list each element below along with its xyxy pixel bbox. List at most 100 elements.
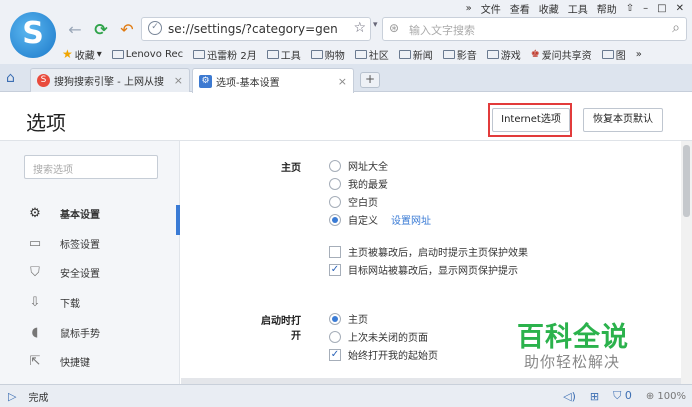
startup-option[interactable]: 上次未关闭的页面 <box>329 329 428 344</box>
watermark-subtitle: 助你轻松解决 <box>524 353 621 371</box>
checkbox[interactable]: ✓ <box>329 348 341 361</box>
bookmark-item[interactable]: 购物 <box>310 47 345 62</box>
checkbox[interactable]: ✓ <box>329 263 341 276</box>
checkbox[interactable] <box>329 245 341 258</box>
folder-icon <box>354 49 367 59</box>
homepage-option[interactable]: 网址大全 <box>329 158 388 173</box>
status-text: 完成 <box>28 392 49 404</box>
gear-icon: ⚙ <box>29 205 41 221</box>
new-tab-button[interactable]: + <box>360 72 380 88</box>
set-url-link[interactable]: 设置网址 <box>391 212 431 227</box>
settings-sidebar: 搜索选项 ⚙ 基本设置 ▭ 标签设置 ⛉ 安全设置 ⇩ 下载 ◖ 鼠标手势 ⇱ … <box>0 141 180 384</box>
homepage-option[interactable]: 空白页 <box>329 194 378 209</box>
menu-more[interactable]: » <box>466 3 472 14</box>
homepage-label: 主页 <box>281 163 301 174</box>
search-placeholder: 搜索选项 <box>33 165 73 176</box>
sidebar-item-security[interactable]: ⛉ 安全设置 <box>0 258 180 286</box>
radio-button[interactable] <box>329 312 341 325</box>
radio-button[interactable] <box>329 330 341 343</box>
watermark-title: 百科全说 <box>517 322 629 353</box>
refresh-icon[interactable]: ⟳ <box>90 20 112 40</box>
home-icon[interactable]: ⌂ <box>6 70 22 86</box>
shortcut-icon: ⇱ <box>29 353 41 369</box>
search-icon[interactable]: ⌕ <box>672 20 680 36</box>
favorite-star-icon[interactable]: ☆ <box>353 20 366 36</box>
back-arrow-icon[interactable]: ← <box>64 20 86 40</box>
skin-icon[interactable]: ⇧ <box>626 3 634 14</box>
settings-favicon: ⚙ <box>199 74 212 88</box>
startup-option[interactable]: 主页 <box>329 311 368 326</box>
radio-button[interactable] <box>329 177 341 190</box>
minimize-button[interactable]: – <box>643 3 648 14</box>
menu-help[interactable]: 帮助 <box>597 1 617 16</box>
tab-label: 搜狗搜索引擎 - 上网从搜 <box>54 77 164 88</box>
bookmark-item[interactable]: 游戏 <box>486 47 521 62</box>
sidebar-toggle-icon[interactable]: ▷ <box>8 390 16 403</box>
zoom-level[interactable]: ⊕ 100% <box>646 391 686 402</box>
folder-icon <box>398 49 411 59</box>
scrollbar-thumb[interactable] <box>683 145 690 217</box>
close-button[interactable]: ✕ <box>676 3 684 14</box>
folder-icon <box>442 49 455 59</box>
bookmarks-bar: ★ 收藏 ▾ Lenovo Rec 迅雷粉 2月 工具 购物 社区 新闻 影音 游… <box>62 45 692 63</box>
undo-icon[interactable]: ↶ <box>116 20 138 40</box>
radio-button[interactable] <box>329 195 341 208</box>
settings-page: 选项 Internet选项 恢复本页默认 搜索选项 ⚙ 基本设置 ▭ 标签设置 … <box>0 93 692 384</box>
tab-settings[interactable]: ⚙ 选项-基本设置 × <box>192 68 354 93</box>
homepage-option[interactable]: 自定义 设置网址 <box>329 212 431 227</box>
search-box[interactable]: ⊛ 输入文字搜索 ⌕ <box>382 17 687 41</box>
menu-file[interactable]: 文件 <box>481 1 501 16</box>
bookmark-item[interactable]: 社区 <box>354 47 389 62</box>
shield-icon: ⛉ <box>30 264 40 280</box>
speaker-icon[interactable]: ◁) <box>563 390 576 403</box>
bookmark-item[interactable]: 迅雷粉 2月 <box>193 47 257 62</box>
bookmark-item[interactable]: 新闻 <box>398 47 433 62</box>
highlight-box <box>488 103 572 137</box>
sidebar-item-mouse-gestures[interactable]: ◖ 鼠标手势 <box>0 318 180 346</box>
radio-button[interactable] <box>329 213 341 226</box>
sidebar-item-tabs[interactable]: ▭ 标签设置 <box>0 229 180 257</box>
shield-counter[interactable]: ⛉ 0 <box>613 389 632 403</box>
page-icon <box>601 49 614 59</box>
tab-sogou-search[interactable]: S 搜狗搜索引擎 - 上网从搜 × <box>30 68 190 92</box>
site-protect-check[interactable]: ✓ 目标网站被篡改后，显示网页保护提示 <box>329 262 518 277</box>
menu-favorites[interactable]: 收藏 <box>539 1 559 16</box>
bookmarks-more[interactable]: » <box>636 49 642 60</box>
sidebar-item-label: 下载 <box>60 298 80 310</box>
page-title: 选项 <box>26 111 66 135</box>
active-indicator <box>176 205 180 235</box>
bookmark-favorites[interactable]: ★ 收藏 ▾ <box>62 47 102 62</box>
address-text: se://settings/?category=gen <box>168 22 338 36</box>
status-bar: ▷ 完成 ◁) ⊞ ⛉ 0 ⊕ 100% <box>0 384 692 407</box>
security-shield-icon: ✓ <box>148 21 162 35</box>
menu-tools[interactable]: 工具 <box>568 1 588 16</box>
sidebar-item-shortcuts[interactable]: ⇱ 快捷键 <box>0 347 180 375</box>
search-placeholder: 输入文字搜索 <box>409 24 475 37</box>
homepage-option[interactable]: 我的最爱 <box>329 176 388 191</box>
search-engine-icon[interactable]: ⊛ <box>389 21 399 35</box>
bookmark-item[interactable]: 影音 <box>442 47 477 62</box>
restore-defaults-button[interactable]: 恢复本页默认 <box>583 108 663 132</box>
menu-view[interactable]: 查看 <box>510 1 530 16</box>
bookmark-item[interactable]: ♚ 爱问共享资 <box>531 47 592 62</box>
settings-search-input[interactable]: 搜索选项 <box>24 155 158 179</box>
maximize-button[interactable]: □ <box>657 3 666 14</box>
sidebar-item-download[interactable]: ⇩ 下载 <box>0 288 180 316</box>
mouse-icon: ◖ <box>31 324 39 340</box>
sidebar-item-label: 标签设置 <box>60 239 100 251</box>
sidebar-item-label: 鼠标手势 <box>60 328 100 340</box>
browser-logo[interactable]: S <box>10 12 56 58</box>
startup-page-check[interactable]: ✓ 始终打开我的起始页 <box>329 347 438 362</box>
close-icon[interactable]: × <box>174 74 183 87</box>
bookmark-item[interactable]: Lenovo Rec <box>111 49 183 60</box>
address-bar[interactable]: ✓ se://settings/?category=gen ☆ <box>141 17 371 41</box>
radio-button[interactable] <box>329 159 341 172</box>
folder-icon <box>486 49 499 59</box>
bookmark-item[interactable]: 工具 <box>266 47 301 62</box>
screenshot-icon[interactable]: ⊞ <box>590 390 599 403</box>
homepage-protect-check[interactable]: 主页被篡改后，启动时提示主页保护效果 <box>329 244 528 259</box>
sidebar-item-basic[interactable]: ⚙ 基本设置 <box>0 199 180 227</box>
tab-bar: ⌂ S 搜狗搜索引擎 - 上网从搜 × ⚙ 选项-基本设置 × + <box>0 64 692 93</box>
bookmark-item[interactable]: 图 <box>601 47 626 62</box>
close-icon[interactable]: × <box>338 75 347 88</box>
